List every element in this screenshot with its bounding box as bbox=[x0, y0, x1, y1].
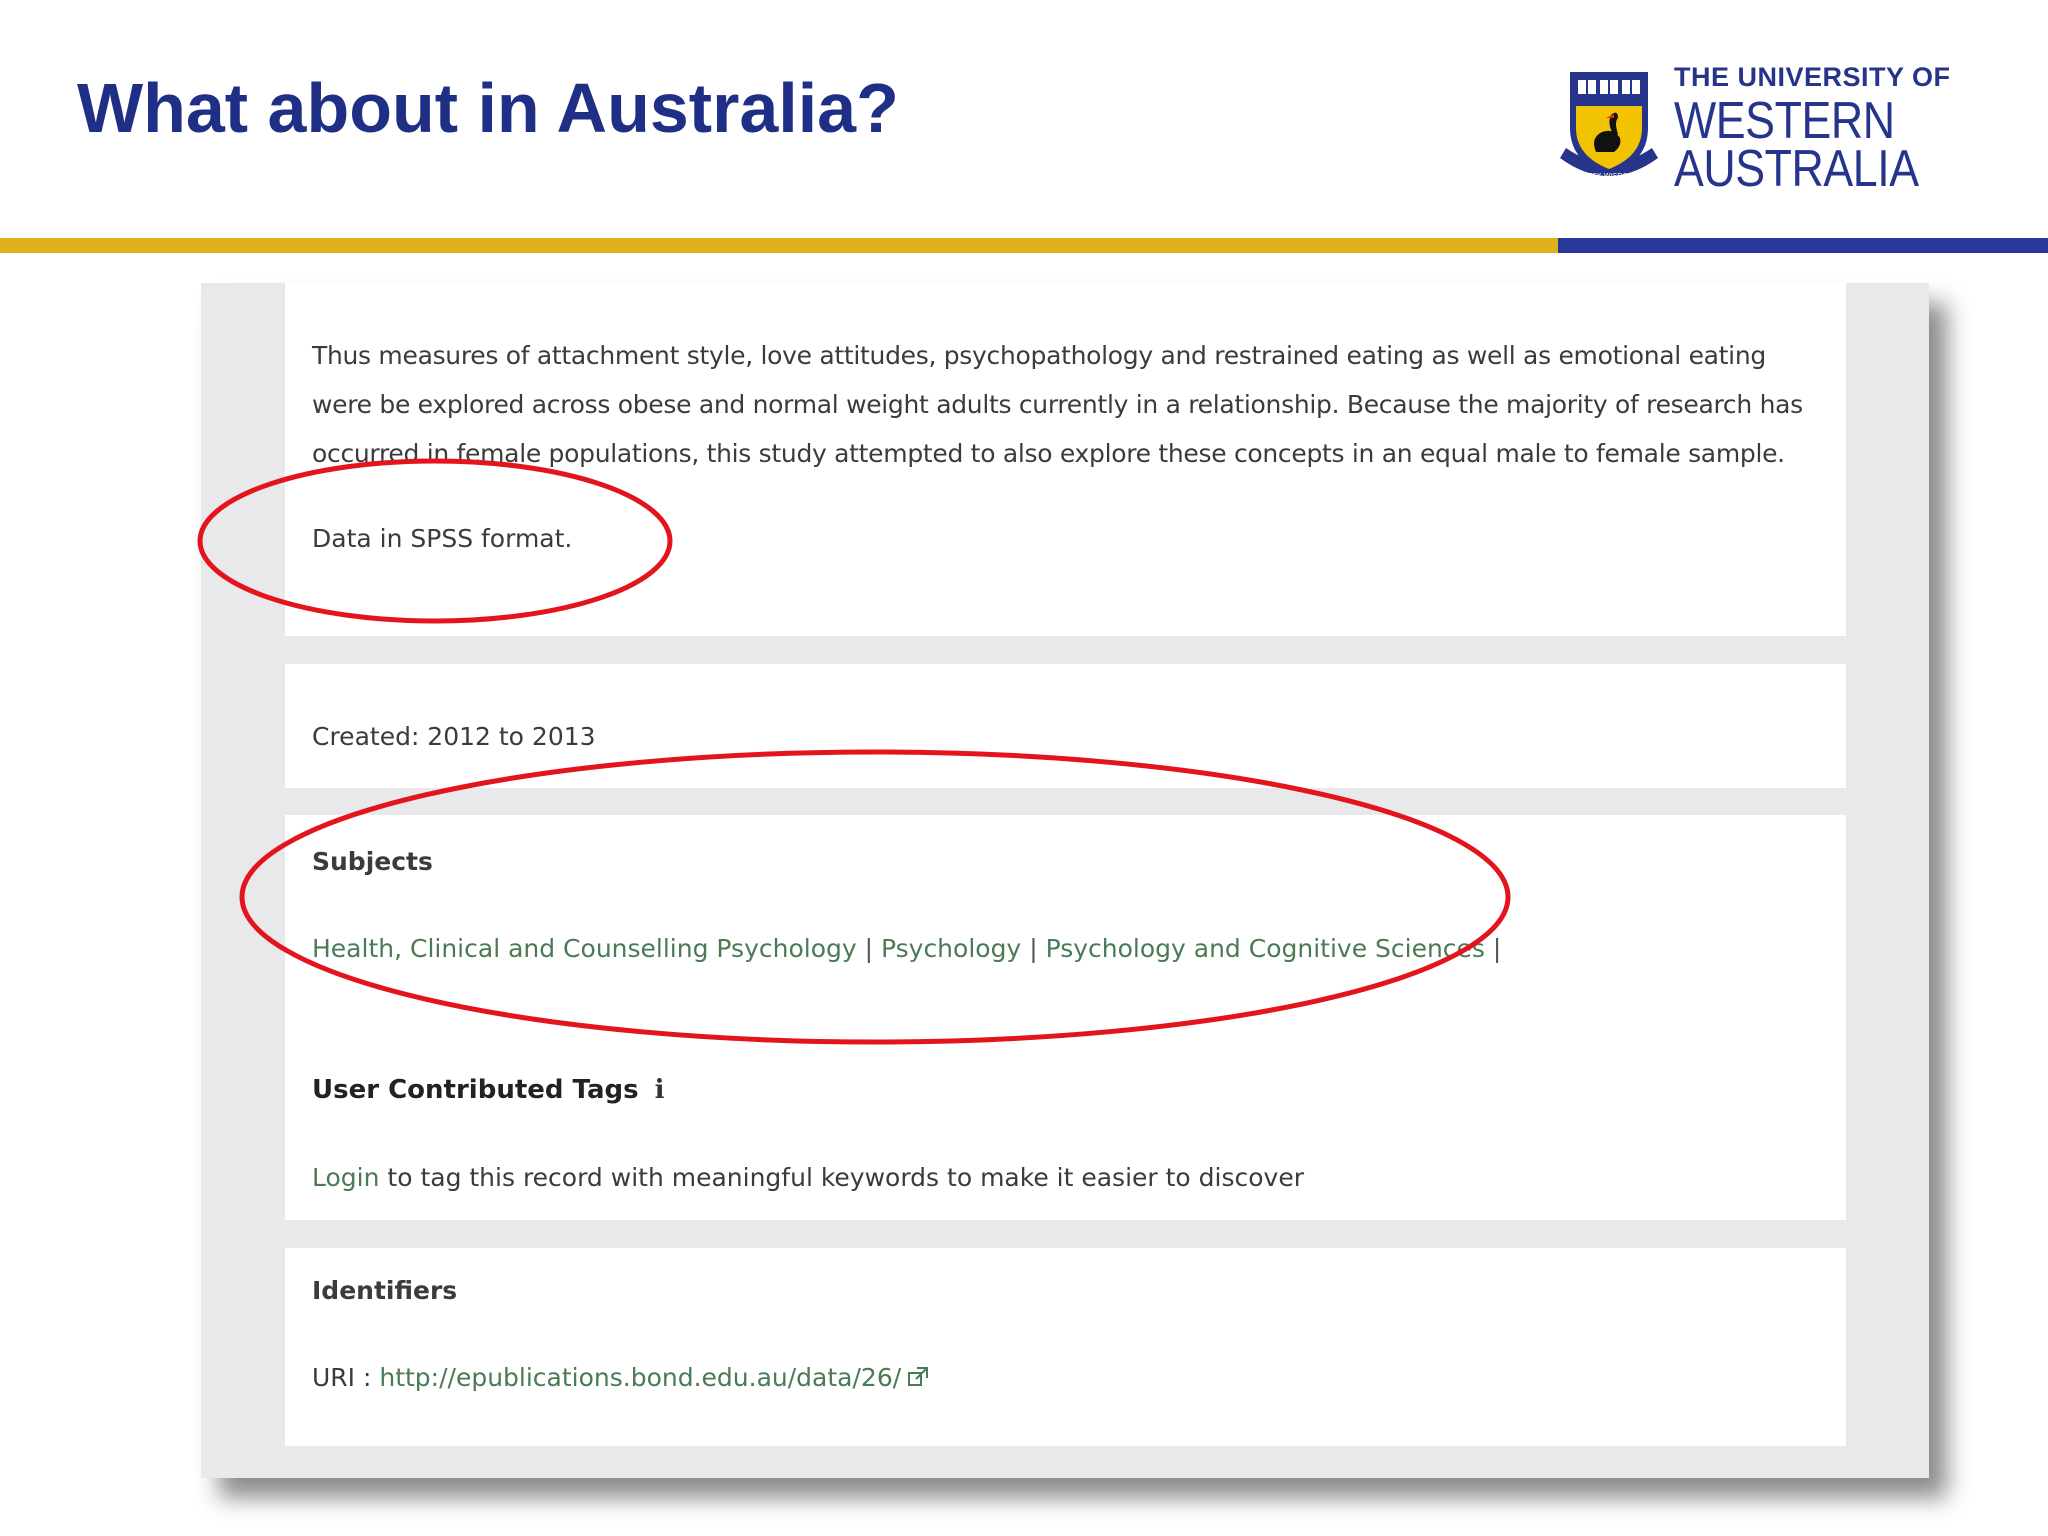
subject-link[interactable]: Psychology and Cognitive Sciences bbox=[1046, 934, 1485, 963]
user-tags-heading: User Contributed Tags i bbox=[312, 1077, 664, 1103]
identifiers-heading: Identifiers bbox=[312, 1276, 458, 1305]
subject-link[interactable]: Health, Clinical and Counselling Psychol… bbox=[312, 934, 857, 963]
data-format-note: Data in SPSS format. bbox=[312, 524, 573, 553]
external-link-icon[interactable] bbox=[907, 1366, 929, 1388]
subjects-list: Health, Clinical and Counselling Psychol… bbox=[312, 936, 1501, 961]
university-logo: SEEK WISDOM THE UNIVERSITY OF WESTERN AU… bbox=[1556, 62, 1950, 195]
description-card: Thus measures of attachment style, love … bbox=[285, 283, 1846, 636]
login-prompt: Login to tag this record with meaningful… bbox=[312, 1165, 1304, 1190]
subject-link[interactable]: Psychology bbox=[881, 934, 1021, 963]
uri-row: URI : http://epublications.bond.edu.au/d… bbox=[312, 1365, 929, 1390]
slide-title: What about in Australia? bbox=[77, 69, 899, 147]
logo-motto: SEEK WISDOM bbox=[1584, 172, 1634, 180]
record-description: Thus measures of attachment style, love … bbox=[312, 341, 1803, 468]
dates-card: Created: 2012 to 2013 bbox=[285, 664, 1846, 788]
subject-separator: | bbox=[1029, 934, 1046, 963]
created-date: Created: 2012 to 2013 bbox=[312, 722, 596, 751]
blue-divider bbox=[1558, 238, 2048, 253]
subjects-heading: Subjects bbox=[312, 847, 433, 876]
subject-separator: | bbox=[1492, 934, 1502, 963]
gold-divider bbox=[0, 238, 1558, 253]
login-link[interactable]: Login bbox=[312, 1163, 379, 1192]
uri-label: URI : bbox=[312, 1363, 380, 1392]
subjects-card: Subjects Health, Clinical and Counsellin… bbox=[285, 815, 1846, 1220]
subject-separator: | bbox=[864, 934, 881, 963]
university-crest-icon: SEEK WISDOM bbox=[1560, 72, 1658, 180]
user-tags-heading-label: User Contributed Tags bbox=[312, 1075, 639, 1105]
logo-line-3: AUSTRALIA bbox=[1674, 140, 1919, 198]
login-prompt-text: to tag this record with meaningful keywo… bbox=[379, 1163, 1305, 1192]
identifiers-card: Identifiers URI : http://epublications.b… bbox=[285, 1248, 1846, 1446]
logo-line-1: THE UNIVERSITY OF bbox=[1674, 62, 1951, 92]
uri-link[interactable]: http://epublications.bond.edu.au/data/26… bbox=[379, 1363, 901, 1392]
info-icon[interactable]: i bbox=[655, 1077, 665, 1103]
record-screenshot: Thus measures of attachment style, love … bbox=[201, 283, 1929, 1478]
logo-wordmark: THE UNIVERSITY OF WESTERN AUSTRALIA bbox=[1674, 62, 1958, 198]
